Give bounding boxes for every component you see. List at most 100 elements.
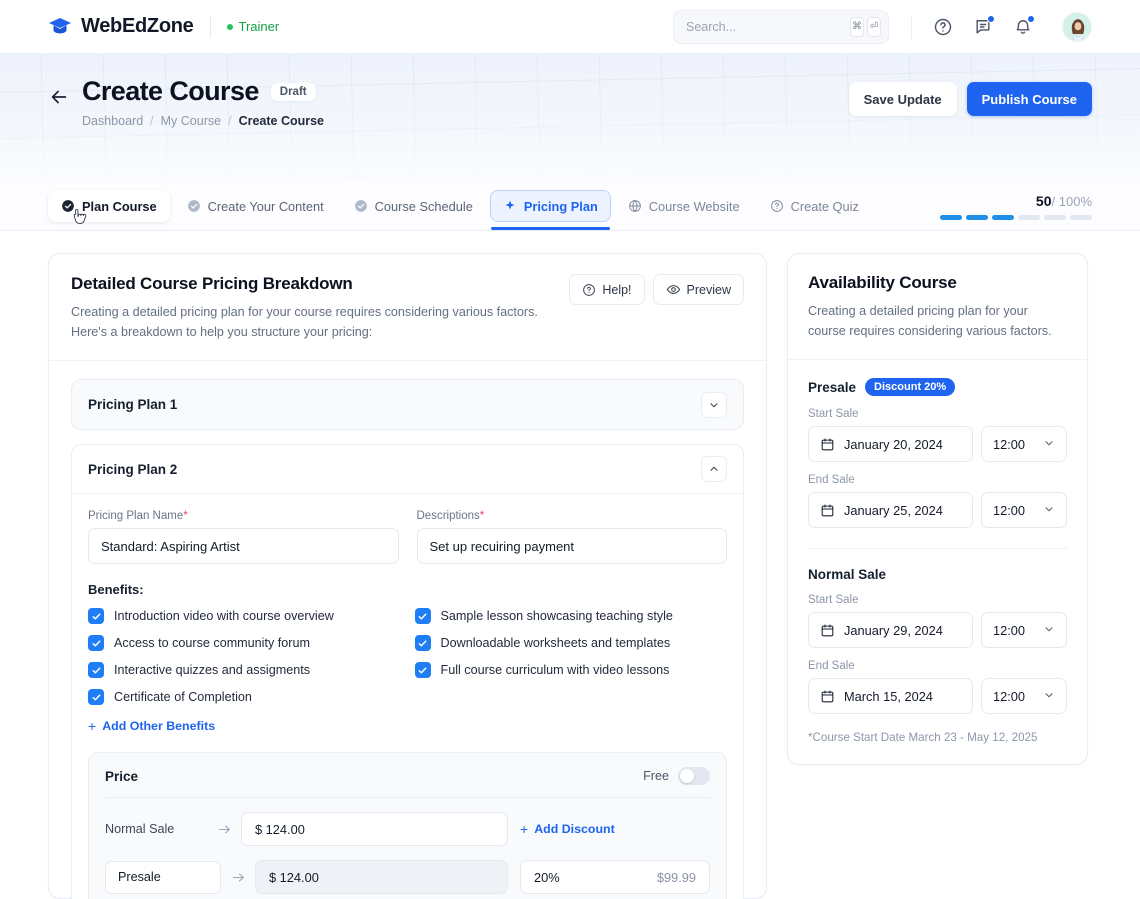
chevron-down-icon xyxy=(1043,689,1055,704)
availability-subtitle: Creating a detailed pricing plan for you… xyxy=(808,302,1067,341)
publish-course-button[interactable]: Publish Course xyxy=(967,82,1092,116)
check-icon xyxy=(91,665,102,676)
pricing-breakdown-card: Detailed Course Pricing Breakdown Creati… xyxy=(48,253,767,899)
tab-create-quiz[interactable]: Create Quiz xyxy=(757,190,872,222)
free-toggle-label: Free xyxy=(643,769,669,783)
discount-percent: 20% xyxy=(534,870,560,885)
globe-icon xyxy=(628,199,642,213)
kbd-enter-icon[interactable]: ⏎ xyxy=(867,17,881,37)
plus-icon: + xyxy=(88,719,96,733)
top-bar: WebEdZone Trainer ⌘ ⏎ xyxy=(0,0,1140,54)
question-circle-icon xyxy=(582,283,596,297)
benefit-item[interactable]: Sample lesson showcasing teaching style xyxy=(415,608,728,624)
benefits-list: Introduction video with course overview … xyxy=(88,608,727,705)
arrow-right-icon xyxy=(221,870,255,885)
benefit-checkbox[interactable] xyxy=(88,689,104,705)
chevron-up-icon[interactable] xyxy=(701,456,727,482)
presale-end-time-value: 12:00 xyxy=(993,503,1025,518)
benefit-checkbox[interactable] xyxy=(88,608,104,624)
kbd-command-icon[interactable]: ⌘ xyxy=(850,17,864,37)
presale-title: Presale xyxy=(808,380,856,395)
benefit-checkbox[interactable] xyxy=(415,662,431,678)
progress-segment xyxy=(966,215,988,220)
add-other-benefits-label: Add Other Benefits xyxy=(102,719,215,733)
accordion-pricing-plan-1[interactable]: Pricing Plan 1 xyxy=(71,379,744,430)
check-icon xyxy=(91,611,102,622)
add-other-benefits-button[interactable]: + Add Other Benefits xyxy=(88,719,215,733)
avatar[interactable] xyxy=(1062,12,1092,42)
help-icon[interactable] xyxy=(930,14,956,40)
help-button[interactable]: Help! xyxy=(569,274,644,305)
presale-end-time-field[interactable]: 12:00 xyxy=(981,492,1067,528)
bell-icon[interactable] xyxy=(1010,14,1036,40)
breadcrumb-item-dashboard[interactable]: Dashboard xyxy=(82,114,143,128)
presale-start-time-field[interactable]: 12:00 xyxy=(981,426,1067,462)
accordion-title: Pricing Plan 1 xyxy=(88,397,177,412)
pricing-plan-name-input[interactable] xyxy=(88,528,399,564)
progress-text: 50/ 100% xyxy=(940,193,1092,209)
calendar-icon xyxy=(820,437,835,452)
breadcrumb-item-my-course[interactable]: My Course xyxy=(161,114,221,128)
free-toggle[interactable] xyxy=(678,767,710,785)
tab-pricing-plan[interactable]: Pricing Plan xyxy=(490,190,611,222)
benefit-checkbox[interactable] xyxy=(88,662,104,678)
progress-segment xyxy=(1070,215,1092,220)
normal-end-time-value: 12:00 xyxy=(993,689,1025,704)
back-button[interactable] xyxy=(48,86,70,108)
check-icon xyxy=(91,692,102,703)
message-icon[interactable] xyxy=(970,14,996,40)
calendar-icon xyxy=(820,503,835,518)
benefit-item[interactable]: Interactive quizzes and assigments xyxy=(88,662,401,678)
progress-total: 100% xyxy=(1059,194,1092,209)
descriptions-input[interactable] xyxy=(417,528,728,564)
brand[interactable]: WebEdZone xyxy=(48,15,194,39)
check-circle-icon xyxy=(354,199,368,213)
accordion-header[interactable]: Pricing Plan 2 xyxy=(72,445,743,494)
normal-start-time-field[interactable]: 12:00 xyxy=(981,612,1067,648)
tab-plan-course[interactable]: Plan Course xyxy=(48,190,170,222)
benefit-checkbox[interactable] xyxy=(88,635,104,651)
subtitle-line-2: Here's a breakdown to help you structure… xyxy=(71,323,538,343)
presale-start-row: January 20, 2024 12:00 xyxy=(808,426,1067,462)
tab-course-website[interactable]: Course Website xyxy=(615,190,753,222)
breadcrumb-separator: / xyxy=(228,114,231,128)
presale-end-date-field[interactable]: January 25, 2024 xyxy=(808,492,973,528)
add-discount-button[interactable]: + Add Discount xyxy=(520,822,615,836)
tab-label: Create Your Content xyxy=(208,199,324,214)
benefit-item[interactable]: Certificate of Completion xyxy=(88,689,401,705)
benefit-item[interactable]: Full course curriculum with video lesson… xyxy=(415,662,728,678)
presale-end-date-value: January 25, 2024 xyxy=(844,503,943,518)
benefit-label: Access to course community forum xyxy=(114,636,310,650)
benefit-item[interactable]: Downloadable worksheets and templates xyxy=(415,635,728,651)
presale-end-label: End Sale xyxy=(808,474,1067,486)
accordion-header[interactable]: Pricing Plan 1 xyxy=(72,380,743,429)
discount-input[interactable]: 20% $99.99 xyxy=(520,860,710,894)
search-input[interactable] xyxy=(686,20,847,34)
presale-start-date-field[interactable]: January 20, 2024 xyxy=(808,426,973,462)
benefit-checkbox[interactable] xyxy=(415,608,431,624)
presale-amount-input[interactable]: $ 124.00 xyxy=(255,860,508,894)
tab-label: Pricing Plan xyxy=(524,199,598,214)
benefit-label: Downloadable worksheets and templates xyxy=(441,636,671,650)
pricing-card-subtitle: Creating a detailed pricing plan for you… xyxy=(71,303,538,342)
progress-segment xyxy=(940,215,962,220)
save-update-button[interactable]: Save Update xyxy=(849,82,957,116)
tab-course-schedule[interactable]: Course Schedule xyxy=(341,190,486,222)
preview-button[interactable]: Preview xyxy=(653,274,744,305)
arrow-right-icon xyxy=(207,822,241,837)
normal-end-label: End Sale xyxy=(808,660,1067,672)
check-icon xyxy=(417,665,428,676)
tab-label: Course Schedule xyxy=(375,199,473,214)
normal-end-date-field[interactable]: March 15, 2024 xyxy=(808,678,973,714)
normal-end-time-field[interactable]: 12:00 xyxy=(981,678,1067,714)
benefit-item[interactable]: Introduction video with course overview xyxy=(88,608,401,624)
presale-name-input[interactable] xyxy=(105,861,221,894)
chevron-down-icon[interactable] xyxy=(701,392,727,418)
benefit-item[interactable]: Access to course community forum xyxy=(88,635,401,651)
tab-create-your-content[interactable]: Create Your Content xyxy=(174,190,337,222)
normal-start-label: Start Sale xyxy=(808,594,1067,606)
normal-start-date-field[interactable]: January 29, 2024 xyxy=(808,612,973,648)
search-box[interactable]: ⌘ ⏎ xyxy=(673,10,889,44)
normal-sale-amount-input[interactable]: $ 124.00 xyxy=(241,812,508,846)
benefit-checkbox[interactable] xyxy=(415,635,431,651)
